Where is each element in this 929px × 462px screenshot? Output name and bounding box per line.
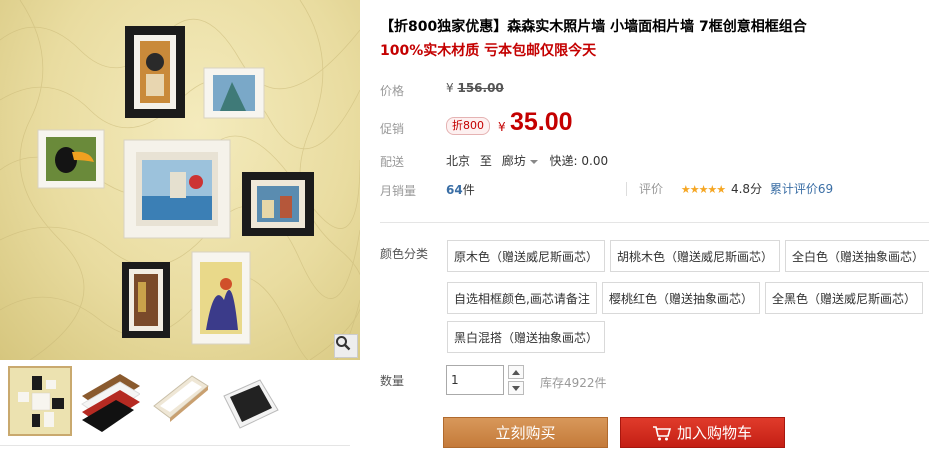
shopping-cart-icon <box>652 426 671 441</box>
color-options-label: 颜色分类 <box>380 247 429 261</box>
divider <box>0 445 350 446</box>
divider <box>626 182 627 196</box>
buy-now-button[interactable]: 立刻购买 <box>443 417 608 448</box>
quantity-label: 数量 <box>380 374 405 388</box>
thumbnail-image <box>220 366 280 432</box>
quantity-input[interactable] <box>446 365 504 395</box>
add-to-cart-button[interactable]: 加入购物车 <box>620 417 785 448</box>
thumbnail-strip <box>0 366 360 446</box>
ship-destination: 廊坊 <box>501 154 526 168</box>
rating: 评价 ★★★★★ 4.8分 累计评价69 <box>639 180 833 197</box>
product-info: 【折800独家优惠】森森实木照片墙 小墙面相片墙 7框创意相框组合 100%实木… <box>380 0 929 462</box>
star-rating-icon: ★★★★★ <box>680 183 726 196</box>
option-0[interactable]: 原木色（赠送威尼斯画芯） <box>447 240 606 272</box>
option-2[interactable]: 全白色（赠送抽象画芯） <box>785 240 929 272</box>
zoom-button[interactable] <box>334 334 358 358</box>
magnifier-icon <box>336 336 351 351</box>
rating-score: 4.8分 <box>730 182 763 196</box>
shipping-label: 配送 <box>380 155 405 169</box>
buy-now-label: 立刻购买 <box>495 424 556 442</box>
option-6[interactable]: 黑白混搭（赠送抽象画芯） <box>447 321 606 353</box>
thumbnail-1[interactable] <box>8 366 72 436</box>
thumbnail-4[interactable] <box>220 366 280 432</box>
quantity-decrease-button[interactable] <box>508 381 524 395</box>
original-price-value: 156.00 <box>457 81 504 95</box>
option-4[interactable]: 樱桃红色（赠送抽象画芯） <box>602 282 761 314</box>
add-to-cart-label: 加入购物车 <box>676 424 752 442</box>
option-5[interactable]: 全黑色（赠送威尼斯画芯） <box>765 282 924 314</box>
monthly-sales: 64件 <box>446 181 475 198</box>
ship-destination-select[interactable]: 廊坊 <box>502 154 546 168</box>
shipping-fee: 快递: 0.00 <box>549 154 609 168</box>
product-title: 【折800独家优惠】森森实木照片墙 小墙面相片墙 7框创意相框组合 <box>380 19 807 35</box>
product-subtitle: 100%实木材质 亏本包邮仅限今天 <box>380 43 597 59</box>
quantity-increase-button[interactable] <box>508 365 524 379</box>
promo-tag: 折800 <box>446 117 490 135</box>
sales-count: 64 <box>446 183 463 197</box>
promo-price: 35.00 <box>510 108 573 136</box>
thumbnail-3[interactable] <box>150 366 210 432</box>
divider <box>380 222 929 223</box>
sales-label: 月销量 <box>380 184 417 198</box>
option-1[interactable]: 胡桃木色（赠送威尼斯画芯） <box>610 240 781 272</box>
chevron-up-icon <box>512 369 520 375</box>
option-3[interactable]: 自选相框颜色,画芯请备注 <box>447 282 597 314</box>
price-label: 价格 <box>380 84 405 98</box>
ship-to-word: 至 <box>479 154 492 168</box>
rating-label: 评价 <box>639 182 664 196</box>
shipping-info: 北京 至 廊坊 快递: 0.00 <box>446 152 608 169</box>
original-price: ¥ 156.00 <box>446 81 504 95</box>
promo-label: 促销 <box>380 122 405 136</box>
chevron-down-icon <box>529 159 538 164</box>
ship-from: 北京 <box>446 154 471 168</box>
thumbnail-image <box>150 366 210 432</box>
gallery <box>0 0 360 462</box>
currency-symbol: ¥ <box>498 120 506 134</box>
sales-unit: 件 <box>462 183 475 197</box>
currency-symbol: ¥ <box>446 81 454 95</box>
thumbnail-2[interactable] <box>80 366 141 432</box>
chevron-down-icon <box>512 385 520 391</box>
stock-count: 库存4922件 <box>540 376 607 390</box>
main-product-image[interactable] <box>0 0 360 360</box>
review-count-link[interactable]: 累计评价69 <box>770 182 833 196</box>
thumbnail-image <box>80 366 141 432</box>
thumbnail-image <box>10 368 70 434</box>
photo-wall-illustration <box>0 0 360 360</box>
